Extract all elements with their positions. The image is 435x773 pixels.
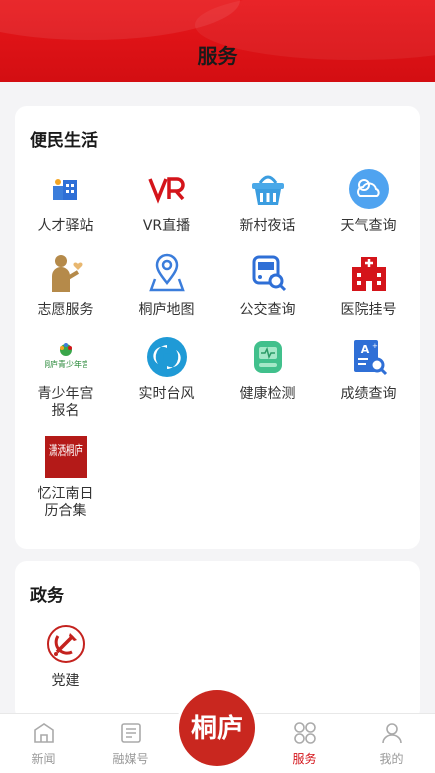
vr-live-icon [146, 168, 188, 210]
page-title: 服务 [197, 44, 238, 68]
svg-text:A: A [360, 343, 369, 356]
service-volunteer[interactable]: 志愿服务 [15, 252, 116, 319]
score-query-icon: A + [348, 336, 390, 378]
service-weather[interactable]: 天气查询 [318, 168, 419, 235]
service-label: 青少年宫报名 [37, 386, 94, 419]
tab-label: 融媒号 [112, 752, 149, 766]
health-check-icon [247, 336, 289, 378]
service-health-check[interactable]: 健康检测 [217, 336, 318, 403]
profile-icon [379, 720, 405, 746]
service-label: 医院挂号 [340, 302, 397, 318]
service-tonglu-map[interactable]: 桐庐地图 [116, 252, 217, 319]
volunteer-icon [45, 252, 87, 294]
service-youth-palace[interactable]: 桐庐青少年宫 青少年宫报名 [15, 336, 116, 420]
tab-label: 新闻 [31, 752, 56, 766]
service-calendar-collection[interactable]: 潇洒桐庐 忆江南日历合集 [15, 436, 116, 520]
svg-text:+: + [372, 342, 378, 350]
svg-text:潇洒桐庐: 潇洒桐庐 [49, 444, 83, 459]
service-label: 桐庐地图 [138, 302, 195, 318]
service-talent-station[interactable]: 人才驿站 [15, 168, 116, 235]
tab-label: 服务 [292, 752, 317, 766]
tab-label: 我的 [379, 752, 404, 766]
bus-icon [247, 252, 289, 294]
tab-profile[interactable]: 我的 [348, 714, 435, 773]
convenience-life-card: 便民生活 人才驿站 VR直播 新村夜话 天气查询 志愿服务 桐庐地图 公交查询 … [15, 106, 420, 549]
tab-news[interactable]: 新闻 [0, 714, 87, 773]
service-label: 实时台风 [138, 386, 195, 402]
svg-text:桐庐: 桐庐 [191, 713, 243, 744]
service-label: 成绩查询 [340, 386, 397, 402]
service-label: 志愿服务 [37, 302, 94, 318]
svg-text:桐庐青少年宫: 桐庐青少年宫 [45, 359, 87, 369]
typhoon-icon [146, 336, 188, 378]
section-title: 便民生活 [30, 131, 98, 151]
service-label: 健康检测 [239, 386, 296, 402]
service-score-query[interactable]: A + 成绩查询 [318, 336, 419, 403]
service-label: 天气查询 [340, 218, 397, 234]
service-label: 人才驿站 [37, 218, 94, 234]
page-header: 服务 [0, 0, 435, 82]
service-vr-live[interactable]: VR直播 [116, 168, 217, 235]
youth-palace-logo-icon: 桐庐青少年宫 [45, 336, 87, 378]
hospital-icon [348, 252, 390, 294]
village-basket-icon [247, 168, 289, 210]
service-label: 党建 [51, 673, 80, 689]
service-live-typhoon[interactable]: 实时台风 [116, 336, 217, 403]
service-label: 新村夜话 [239, 218, 296, 234]
tab-service[interactable]: 服务 [261, 714, 348, 773]
service-label: VR直播 [142, 218, 191, 234]
service-bus-query[interactable]: 公交查询 [217, 252, 318, 319]
weather-icon [348, 168, 390, 210]
section-title: 政务 [30, 586, 64, 606]
center-logo-button[interactable]: 桐庐 [176, 687, 258, 769]
news-icon [31, 720, 57, 746]
party-emblem-icon [45, 623, 87, 665]
service-village-night-talk[interactable]: 新村夜话 [217, 168, 318, 235]
map-icon [146, 252, 188, 294]
service-label: 忆江南日历合集 [37, 486, 94, 519]
media-icon [118, 720, 144, 746]
service-icon [292, 720, 318, 746]
service-label: 公交查询 [239, 302, 296, 318]
service-hospital-registration[interactable]: 医院挂号 [318, 252, 419, 319]
tonglu-logo-icon: 桐庐 [179, 690, 255, 766]
service-party-building[interactable]: 党建 [15, 623, 116, 690]
calendar-seal-icon: 潇洒桐庐 [44, 436, 87, 478]
talent-station-icon [45, 168, 87, 210]
tab-media[interactable]: 融媒号 [87, 714, 174, 773]
